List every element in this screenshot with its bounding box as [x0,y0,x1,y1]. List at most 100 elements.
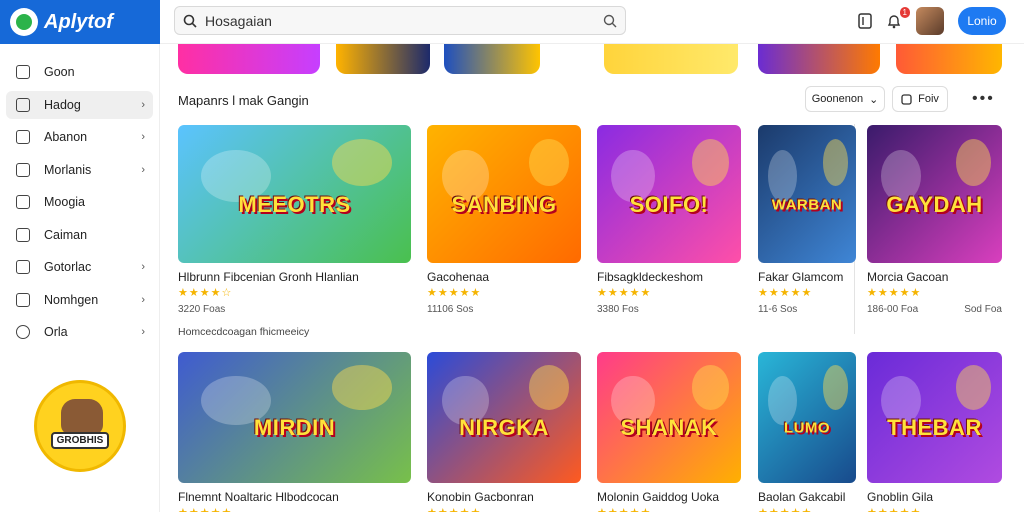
game-card[interactable]: SOIFO! Fibsagkldeckeshom ★★★★★ 3380 Fos [597,125,741,315]
sidebar-item[interactable]: Caiman [6,221,153,249]
sort-label: Goonenon [811,93,864,105]
user-avatar[interactable] [916,7,944,35]
sidebar-item-label: Hadog [44,97,81,112]
chevron-right-icon: › [141,326,145,338]
game-logo-art: SOIFO! [629,192,709,218]
featured-banner[interactable] [178,44,320,74]
game-card[interactable]: WARBAN Fakar Glamcom ★★★★★ 11-6 Sos [758,125,856,315]
character-art [956,365,992,410]
search-input[interactable] [205,12,595,29]
game-meta: 11-6 Sos [758,304,856,315]
game-card[interactable]: MIRDIN Flnemnt Noaltaric Hlbodcocan ★★★★★ [178,352,411,512]
login-button[interactable]: Lonio [958,7,1006,35]
game-thumbnail[interactable]: WARBAN [758,125,856,263]
featured-banner[interactable] [336,44,430,74]
star-rating: ★★★★★ [758,287,813,299]
bookmark-icon[interactable] [858,13,872,29]
brand-logo[interactable]: Aplytof [0,0,160,44]
notification-bell-icon[interactable]: 1 [886,7,910,29]
sidebar-item-label: Gotorlac [44,260,92,274]
game-meta: 3220 Foas [178,304,411,315]
filter-icon [901,93,912,105]
game-thumbnail[interactable]: MIRDIN [178,352,411,483]
sidebar-item-label: Orla [44,325,68,339]
character-art [331,138,393,186]
game-card[interactable]: NIRGKA Konobin Gacbonran ★★★★★ [427,352,581,512]
game-title[interactable]: Morcia Gacoan [867,270,1002,284]
game-title[interactable]: Hlbrunn Fibcenian Gronh Hlanlian [178,270,411,284]
star-rating: ★★★★★ [427,506,581,512]
game-card[interactable]: SANBING Gacohenaa ★★★★★ 11106 Sos [427,125,581,315]
game-title[interactable]: Fakar Glamcom [758,270,856,284]
character-art [822,138,849,186]
game-thumbnail[interactable]: SHANAK [597,352,741,483]
game-title[interactable]: Flnemnt Noaltaric Hlbodcocan [178,490,411,504]
game-title[interactable]: Gacohenaa [427,270,581,284]
game-title[interactable]: Konobin Gacbonran [427,490,581,504]
game-thumbnail[interactable]: NIRGKA [427,352,581,483]
game-logo-art: SHANAK [620,414,718,440]
game-thumbnail[interactable]: GAYDAH [867,125,1002,263]
chevron-right-icon: › [141,131,145,143]
sidebar-item-label: Goon [44,65,75,79]
game-meta: 3380 Fos [597,304,741,315]
more-options-icon[interactable]: ••• [972,90,995,108]
sidebar-item-label: Moogia [44,195,85,209]
sidebar-item[interactable]: Goon [6,58,153,86]
sidebar-item[interactable]: Abanon › [6,123,153,151]
square-icon [16,227,30,242]
circle-icon [16,325,30,339]
game-thumbnail[interactable]: LUMO [758,352,856,483]
game-card[interactable]: MEEOTRS Hlbrunn Fibcenian Gronh Hlanlian ★… [178,125,411,315]
game-thumbnail[interactable]: THEBAR [867,352,1002,483]
chevron-down-icon: ⌄ [869,93,879,106]
game-title[interactable]: Gnoblin Gila [867,490,1002,504]
game-card[interactable]: GAYDAH Morcia Gacoan ★★★★★ 186-00 Foa Sod Fo… [867,125,1002,315]
game-title[interactable]: Molonin Gaiddog Uoka [597,490,741,504]
promo-badge[interactable]: GROBHIS [34,380,126,472]
sidebar-item[interactable]: Gotorlac › [6,253,153,281]
filter-button[interactable]: Foiv [892,86,948,112]
sidebar-item[interactable]: Nomhgen › [6,286,153,314]
sort-dropdown[interactable]: Goonenon ⌄ [805,86,885,112]
tag-icon [16,97,30,112]
sidebar-item[interactable]: Hadog › [6,90,153,119]
chevron-right-icon: › [141,163,145,176]
game-logo-art: LUMO [783,419,831,437]
box-icon [16,162,30,177]
star-rating: ★★★★★ [178,506,411,512]
character-art [331,365,393,410]
search-icon [183,14,197,28]
sidebar-item-label: Morlanis [44,162,92,177]
download-count: 3220 Foas [178,304,226,315]
game-card[interactable]: LUMO Baolan Gakcabil ★★★★★ [758,352,856,512]
logo-icon [10,8,38,36]
game-thumbnail[interactable]: MEEOTRS [178,125,411,263]
download-count: 11106 Sos [427,304,474,315]
tag-icon [16,292,30,307]
game-card[interactable]: SHANAK Molonin Gaiddog Uoka ★★★★★ [597,352,741,512]
featured-banner[interactable] [758,44,880,74]
grid-icon [16,260,30,274]
section-title: Mapanrs l mak Gangin [178,93,309,108]
game-title[interactable]: Baolan Gakcabil [758,490,856,504]
featured-banner[interactable] [604,44,738,74]
game-logo-art: MEEOTRS [238,192,351,218]
sidebar-item[interactable]: Moogia [6,188,153,216]
game-card[interactable]: THEBAR Gnoblin Gila ★★★★★ [867,352,1002,512]
game-title[interactable]: Fibsagkldeckeshom [597,270,741,284]
star-rating: ★★★★☆ [178,287,233,299]
character-art [528,365,569,410]
character-art [692,138,730,186]
featured-banner[interactable] [896,44,1002,74]
character-art [692,365,730,410]
featured-banner[interactable] [444,44,540,74]
search-box[interactable] [174,6,626,35]
search-submit-icon[interactable] [603,14,617,28]
sidebar-item[interactable]: Morlanis › [6,156,153,184]
game-logo-art: THEBAR [887,414,982,440]
game-meta: 11106 Sos [427,304,581,315]
game-thumbnail[interactable]: SANBING [427,125,581,263]
sidebar-item[interactable]: Orla › [6,318,153,346]
game-thumbnail[interactable]: SOIFO! [597,125,741,263]
